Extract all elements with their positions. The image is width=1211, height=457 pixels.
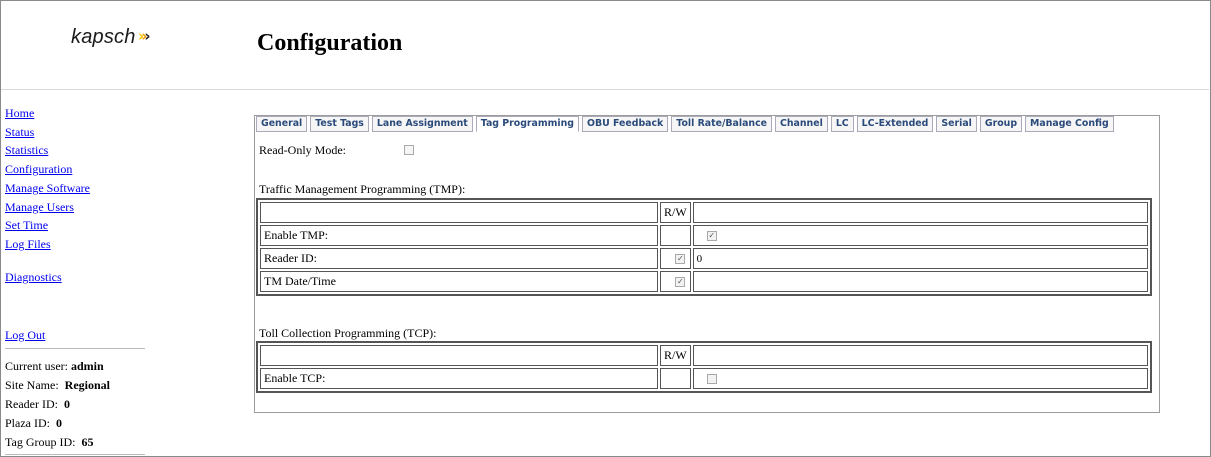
tab-manage-config[interactable]: Manage Config — [1025, 116, 1114, 132]
row-label: Enable TCP: — [260, 368, 658, 389]
kapsch-logo: kapsch — [71, 26, 136, 48]
sidebar-bottom-divider — [5, 454, 145, 455]
nav-configuration[interactable]: Configuration — [5, 160, 155, 179]
row-label: Reader ID: — [260, 248, 658, 269]
table-row: Reader ID: ✓ 0 — [260, 248, 1148, 269]
enable-tmp-checkbox[interactable]: ✓ — [706, 231, 717, 242]
tab-test-tags[interactable]: Test Tags — [310, 116, 369, 132]
header-divider — [1, 89, 1209, 90]
reader-id-row: Reader ID: 0 — [5, 397, 70, 411]
tab-obu-feedback[interactable]: OBU Feedback — [582, 116, 669, 132]
row-label: Enable TMP: — [260, 225, 658, 246]
readonly-checkbox[interactable] — [404, 145, 414, 155]
rw-header: R/W — [660, 202, 691, 223]
plaza-id-row: Plaza ID: 0 — [5, 416, 62, 430]
tag-group-id-row: Tag Group ID: 65 — [5, 435, 94, 449]
header-value-cell — [692, 202, 1148, 223]
tcp-section-title: Toll Collection Programming (TCP): — [259, 326, 437, 340]
value-cell: ✓ — [692, 225, 1148, 246]
rw-cell: ✓ — [660, 271, 691, 292]
tmp-table: R/W Enable TMP: ✓ Reader ID: ✓ 0 TM Date… — [256, 198, 1152, 296]
reader-id-value: 0 — [63, 397, 70, 411]
tab-toll-rate-balance[interactable]: Toll Rate/Balance — [671, 116, 772, 132]
rw-cell — [660, 225, 691, 246]
site-name-value: Regional — [64, 378, 110, 392]
nav-set-time[interactable]: Set Time — [5, 216, 155, 235]
nav-manage-software[interactable]: Manage Software — [5, 179, 155, 198]
tm-datetime-rw-checkbox[interactable]: ✓ — [675, 277, 686, 288]
nav-diagnostics[interactable]: Diagnostics — [5, 268, 62, 287]
rw-cell — [660, 368, 691, 389]
config-tabs: General Test Tags Lane Assignment Tag Pr… — [256, 116, 1114, 132]
reader-id-rw-checkbox[interactable]: ✓ — [675, 254, 686, 265]
reader-id-input[interactable]: 0 — [697, 253, 703, 265]
tab-general[interactable]: General — [256, 116, 308, 132]
table-row: Enable TCP: — [260, 368, 1148, 389]
tcp-table: R/W Enable TCP: — [256, 341, 1152, 393]
current-user-value: admin — [70, 359, 104, 373]
nav-statistics[interactable]: Statistics — [5, 141, 155, 160]
plaza-id-value: 0 — [55, 416, 62, 430]
tab-group[interactable]: Group — [979, 116, 1023, 132]
nav-log-files[interactable]: Log Files — [5, 235, 155, 254]
session-info: Current user: admin Site Name: Regional … — [5, 357, 110, 452]
header-value-cell — [692, 345, 1148, 366]
table-header-row: R/W — [260, 202, 1148, 223]
tab-lc-extended[interactable]: LC-Extended — [856, 116, 934, 132]
table-row: Enable TMP: ✓ — [260, 225, 1148, 246]
sidebar-nav: Home Status Statistics Configuration Man… — [5, 104, 155, 342]
value-cell — [692, 368, 1148, 389]
header-empty-cell — [260, 202, 658, 223]
value-cell: 0 — [692, 248, 1148, 269]
page-title: Configuration — [257, 30, 403, 56]
nav-status[interactable]: Status — [5, 123, 155, 142]
tab-lc[interactable]: LC — [830, 116, 854, 132]
tab-serial[interactable]: Serial — [936, 116, 977, 132]
tag-group-id-value: 65 — [81, 435, 94, 449]
tab-tag-programming[interactable]: Tag Programming — [475, 116, 580, 132]
logo-arrows-icon: ››› — [138, 27, 151, 45]
header-empty-cell — [260, 345, 658, 366]
enable-tcp-checkbox[interactable] — [706, 374, 717, 385]
table-row: TM Date/Time ✓ — [260, 271, 1148, 292]
row-label: TM Date/Time — [260, 271, 658, 292]
tab-lane-assignment[interactable]: Lane Assignment — [371, 116, 473, 132]
tmp-section-title: Traffic Management Programming (TMP): — [259, 182, 466, 196]
current-user-row: Current user: admin — [5, 359, 104, 373]
table-header-row: R/W — [260, 345, 1148, 366]
readonly-label: Read-Only Mode: — [259, 143, 346, 157]
tab-channel[interactable]: Channel — [775, 116, 828, 132]
rw-cell: ✓ — [660, 248, 691, 269]
nav-home[interactable]: Home — [5, 104, 155, 123]
sidebar-divider — [5, 348, 145, 349]
rw-header: R/W — [660, 345, 691, 366]
nav-manage-users[interactable]: Manage Users — [5, 198, 155, 217]
logout-link[interactable]: Log Out — [5, 326, 45, 345]
value-cell — [692, 271, 1148, 292]
site-name-row: Site Name: Regional — [5, 378, 110, 392]
